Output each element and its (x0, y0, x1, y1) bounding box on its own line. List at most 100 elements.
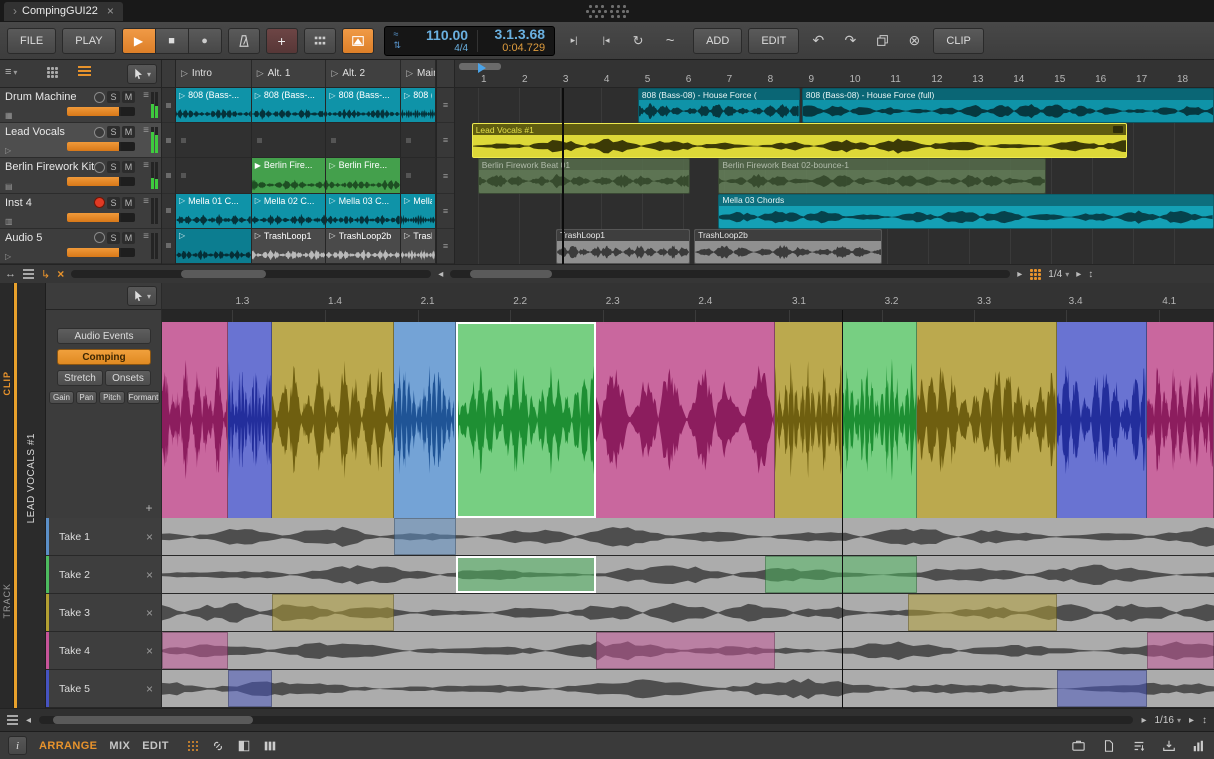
take-header[interactable]: Take 5× (46, 670, 162, 707)
scrollbar-thumb[interactable] (181, 270, 266, 278)
song-time-value[interactable]: 0:04.729 (502, 42, 545, 55)
record-arm-button[interactable] (94, 127, 105, 138)
clip-slot[interactable]: ▷808 (Bass-... (326, 88, 401, 122)
clip-slot[interactable]: ▷ (176, 229, 252, 263)
time-signature-value[interactable]: 4/4 (454, 43, 468, 55)
comp-segment[interactable] (456, 322, 597, 518)
clip-play-icon[interactable]: ▷ (179, 231, 185, 240)
editor-ruler[interactable]: 1.31.42.12.22.32.43.13.23.33.44.1 (162, 283, 1214, 310)
audio-events-button[interactable]: Audio Events (57, 328, 151, 344)
track-header[interactable]: Audio 5▷SM≡ (0, 229, 161, 264)
solo-button[interactable]: S (107, 197, 120, 209)
arranger-clip[interactable]: Berlin Firework Beat 02-bounce-1 (718, 158, 1046, 193)
groove-button[interactable] (304, 28, 336, 54)
comp-segment[interactable] (596, 322, 775, 518)
clip-button[interactable]: CLIP (933, 28, 983, 54)
clip-slot[interactable]: ▷808 (Bass-... (176, 88, 252, 122)
clip-slot[interactable]: ▶Berlin Fire... (252, 158, 327, 192)
follow-playhead-icon[interactable]: ↔ (5, 268, 16, 280)
formant-button[interactable]: Formant (127, 391, 160, 404)
editor-scrollbar[interactable] (39, 716, 1133, 724)
track-options-icon[interactable]: ≡ (437, 123, 454, 158)
stretch-button[interactable]: Stretch (57, 370, 103, 386)
record-arm-button[interactable] (94, 162, 105, 173)
next-bar-icon[interactable]: ▸ (1076, 269, 1081, 280)
comp-segment[interactable] (394, 322, 455, 518)
add-button[interactable]: ADD (693, 28, 742, 54)
clip-play-icon[interactable]: ▷ (404, 231, 410, 240)
clip-play-icon[interactable]: ▷ (404, 196, 410, 205)
record-arm-button[interactable] (94, 92, 105, 103)
scroll-left-icon[interactable]: ◂ (26, 715, 31, 726)
punch-out-button[interactable]: |◂ (593, 29, 619, 53)
take-region[interactable] (456, 556, 597, 593)
clip-slot[interactable] (326, 123, 401, 157)
vertical-zoom-icon[interactable]: ↕ (1088, 269, 1093, 280)
volume-slider[interactable] (67, 213, 135, 222)
onsets-button[interactable]: Onsets (105, 370, 151, 386)
mute-button[interactable]: M (122, 161, 135, 173)
play-menu-button[interactable]: PLAY (62, 28, 115, 54)
scroll-left-icon[interactable]: ◂ (438, 269, 443, 280)
next-bar-icon[interactable]: ▸ (1189, 715, 1194, 726)
track-header[interactable]: Berlin Firework Kit▤SM≡ (0, 158, 161, 193)
edit-button[interactable]: EDIT (748, 28, 799, 54)
track-menu-icon[interactable]: ≡ (143, 90, 149, 101)
take-lane[interactable] (162, 518, 1214, 555)
clip-slot[interactable] (401, 158, 436, 192)
arranger-clip[interactable]: 808 (Bass-08) - House Force ( (638, 88, 800, 123)
swing-button[interactable]: ~ (657, 29, 683, 53)
scroll-right-icon[interactable]: ▸ (1141, 715, 1146, 726)
clip-play-icon[interactable]: ▶ (255, 161, 261, 170)
solo-button[interactable]: S (107, 126, 120, 138)
take-layers-icon[interactable] (7, 715, 18, 725)
file-button[interactable]: FILE (7, 28, 56, 54)
comp-segment[interactable] (272, 322, 394, 518)
comp-segment[interactable] (228, 322, 272, 518)
clip-stop-button[interactable] (162, 229, 175, 264)
clip-play-icon[interactable]: ▷ (179, 91, 185, 100)
clip-slot[interactable]: ▷TrashLoop1 (252, 229, 327, 263)
clip-slot[interactable] (401, 123, 436, 157)
clip-play-icon[interactable]: ▷ (179, 196, 185, 205)
launcher-toggle-icon[interactable] (187, 740, 199, 752)
launcher-view-button[interactable] (46, 66, 58, 78)
editor-tool-button[interactable]: ▾ (127, 286, 157, 306)
clip-tab[interactable]: CLIP (2, 371, 12, 396)
take-region[interactable] (228, 670, 272, 707)
undo-button[interactable]: ↶ (805, 29, 831, 53)
take-header[interactable]: Take 3× (46, 594, 162, 631)
track-menu-icon[interactable]: ≡ (143, 125, 149, 136)
clip-play-icon[interactable]: ▷ (404, 91, 410, 100)
tempo-value[interactable]: 110.00 (426, 27, 468, 43)
record-arm-button[interactable] (94, 232, 105, 243)
scene-header[interactable]: ▷Main (401, 60, 436, 87)
project-tab[interactable]: › CompingGUI22 × (4, 2, 123, 21)
comp-segment[interactable] (1147, 322, 1214, 518)
solo-button[interactable]: S (107, 91, 120, 103)
track-options-icon[interactable]: ≡ (437, 194, 454, 229)
take-region[interactable] (596, 632, 775, 669)
take-region[interactable] (162, 632, 228, 669)
loop-button[interactable]: ↻ (625, 29, 651, 53)
add-take-lane-button[interactable]: + (142, 501, 156, 515)
delete-take-button[interactable]: × (146, 606, 153, 620)
clip-play-icon[interactable]: ▷ (329, 231, 335, 240)
delete-take-button[interactable]: × (146, 568, 153, 582)
take-lane[interactable] (162, 670, 1214, 707)
take-region[interactable] (908, 594, 1057, 631)
take-region[interactable] (272, 594, 394, 631)
play-start-marker[interactable] (478, 63, 486, 73)
auto-scroll-icon[interactable]: ↳ (41, 268, 50, 281)
volume-slider[interactable] (67, 177, 135, 186)
clip-stop-button[interactable] (162, 123, 175, 158)
fill-button[interactable] (342, 28, 374, 54)
delete-take-button[interactable]: × (146, 530, 153, 544)
launcher-overview-icon[interactable] (1029, 268, 1041, 280)
position-section[interactable]: 3.1.3.68 0:04.729 (487, 26, 545, 55)
arranger-clip[interactable]: TrashLoop1 (556, 229, 690, 264)
scrollbar-thumb[interactable] (53, 716, 253, 724)
pan-button[interactable]: Pan (76, 391, 97, 404)
clip-slot[interactable]: ▷Mella 01 C... (176, 194, 252, 228)
comping-button[interactable]: Comping (57, 349, 151, 365)
